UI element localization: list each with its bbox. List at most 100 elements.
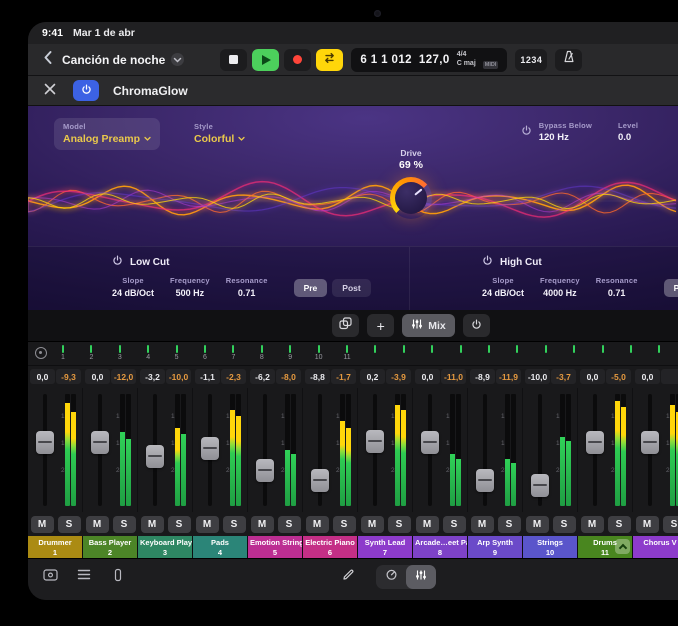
channel-value-displays[interactable]: -6,2-8,0: [248, 369, 303, 388]
high-cut-slope[interactable]: Slope 24 dB/Oct: [482, 276, 524, 298]
channel-value-displays[interactable]: -3,2-10,0: [138, 369, 193, 388]
channel-value-displays[interactable]: 0,2-3,9: [358, 369, 413, 388]
level-control[interactable]: Level 0.0: [618, 118, 678, 143]
channel-value-displays[interactable]: 0,0-12,0: [83, 369, 138, 388]
volume-value[interactable]: 0,0: [635, 369, 660, 384]
solo-button[interactable]: S: [113, 516, 136, 533]
edit-button[interactable]: [336, 565, 360, 589]
low-cut-resonance[interactable]: Resonance 0.71: [226, 276, 268, 298]
pan-knob-icon[interactable]: [35, 347, 47, 359]
mute-button[interactable]: M: [251, 516, 274, 533]
fader-handle[interactable]: [531, 474, 549, 497]
fader-handle[interactable]: [201, 437, 219, 460]
fader-handle[interactable]: [36, 431, 54, 454]
channel-modules-button[interactable]: [38, 565, 62, 589]
low-cut-frequency[interactable]: Frequency 500 Hz: [170, 276, 210, 298]
stop-button[interactable]: [220, 49, 247, 71]
bypass-below-control[interactable]: Bypass Below 120 Hz: [521, 118, 592, 143]
peak-value[interactable]: -5,0: [606, 369, 631, 384]
peak-value[interactable]: -8,0: [276, 369, 301, 384]
track-label[interactable]: Emotion Strings5: [248, 536, 303, 558]
fader-handle[interactable]: [91, 431, 109, 454]
count-in-button[interactable]: 1234: [515, 49, 547, 71]
mute-button[interactable]: M: [31, 516, 54, 533]
cycle-button[interactable]: [316, 49, 343, 71]
volume-value[interactable]: 0,0: [30, 369, 55, 384]
peak-value[interactable]: -3,9: [386, 369, 411, 384]
duplicate-button[interactable]: [332, 314, 359, 337]
style-selector[interactable]: Style Colorful: [194, 118, 245, 145]
mixer-view-button[interactable]: [406, 565, 436, 589]
track-label[interactable]: Arcade…eet Pad8: [413, 536, 468, 558]
track-label[interactable]: Drums11: [578, 536, 633, 558]
volume-value[interactable]: -3,2: [140, 369, 165, 384]
peak-value[interactable]: -11,9: [496, 369, 521, 384]
peak-value[interactable]: -11,0: [441, 369, 466, 384]
high-cut-pre-button[interactable]: Pre: [664, 279, 678, 297]
solo-button[interactable]: S: [168, 516, 191, 533]
mute-button[interactable]: M: [416, 516, 439, 533]
solo-button[interactable]: S: [553, 516, 576, 533]
low-cut-pre-button[interactable]: Pre: [294, 279, 328, 297]
channel-value-displays[interactable]: 0,0: [633, 369, 678, 388]
volume-value[interactable]: 0,2: [360, 369, 385, 384]
add-track-button[interactable]: +: [367, 314, 394, 337]
track-label[interactable]: Pads4: [193, 536, 248, 558]
track-label[interactable]: Bass Player2: [83, 536, 138, 558]
song-title-menu[interactable]: Canción de noche: [62, 53, 184, 67]
play-button[interactable]: [252, 49, 279, 71]
close-plugin-button[interactable]: [41, 82, 59, 100]
volume-value[interactable]: 0,0: [415, 369, 440, 384]
solo-button[interactable]: S: [58, 516, 81, 533]
solo-button[interactable]: S: [333, 516, 356, 533]
narrow-strip-button[interactable]: [106, 565, 130, 589]
collapse-stack-button[interactable]: [615, 539, 630, 554]
solo-button[interactable]: S: [388, 516, 411, 533]
track-label[interactable]: Electric Piano6: [303, 536, 358, 558]
track-label[interactable]: Synth Lead7: [358, 536, 413, 558]
solo-button[interactable]: S: [663, 516, 678, 533]
mute-button[interactable]: M: [306, 516, 329, 533]
plugin-power-button[interactable]: [73, 80, 99, 101]
volume-value[interactable]: -1,1: [195, 369, 220, 384]
mute-button[interactable]: M: [141, 516, 164, 533]
fader-handle[interactable]: [421, 431, 439, 454]
fader-handle[interactable]: [586, 431, 604, 454]
low-cut-slope[interactable]: Slope 24 dB/Oct: [112, 276, 154, 298]
smart-controls-button[interactable]: [376, 565, 406, 589]
mixer-power-button[interactable]: [463, 314, 490, 337]
high-cut-resonance[interactable]: Resonance 0.71: [596, 276, 638, 298]
record-button[interactable]: [284, 49, 311, 71]
volume-value[interactable]: 0,0: [85, 369, 110, 384]
peak-value[interactable]: -10,0: [166, 369, 191, 384]
solo-button[interactable]: S: [443, 516, 466, 533]
track-label[interactable]: Strings10: [523, 536, 578, 558]
channel-value-displays[interactable]: -8,8-1,7: [303, 369, 358, 388]
peak-value[interactable]: -3,7: [551, 369, 576, 384]
mute-button[interactable]: M: [361, 516, 384, 533]
fader-handle[interactable]: [146, 445, 164, 468]
solo-button[interactable]: S: [223, 516, 246, 533]
fader-handle[interactable]: [366, 430, 384, 453]
mix-button[interactable]: Mix: [402, 314, 455, 337]
mute-button[interactable]: M: [636, 516, 659, 533]
solo-button[interactable]: S: [498, 516, 521, 533]
bar-ruler[interactable]: 1234567891011: [28, 342, 678, 366]
channel-value-displays[interactable]: -10,0-3,7: [523, 369, 578, 388]
volume-value[interactable]: -10,0: [525, 369, 550, 384]
fader-handle[interactable]: [641, 431, 659, 454]
mute-button[interactable]: M: [196, 516, 219, 533]
power-icon[interactable]: [112, 255, 123, 269]
power-icon[interactable]: [482, 255, 493, 269]
track-stack-button[interactable]: [72, 565, 96, 589]
peak-value[interactable]: -9,3: [56, 369, 81, 384]
solo-button[interactable]: S: [278, 516, 301, 533]
channel-value-displays[interactable]: -8,9-11,9: [468, 369, 523, 388]
metronome-button[interactable]: [555, 49, 582, 71]
mute-button[interactable]: M: [581, 516, 604, 533]
peak-value[interactable]: -12,0: [111, 369, 136, 384]
peak-value[interactable]: [661, 369, 678, 384]
channel-value-displays[interactable]: -1,1-2,3: [193, 369, 248, 388]
volume-value[interactable]: -8,9: [470, 369, 495, 384]
mute-button[interactable]: M: [471, 516, 494, 533]
